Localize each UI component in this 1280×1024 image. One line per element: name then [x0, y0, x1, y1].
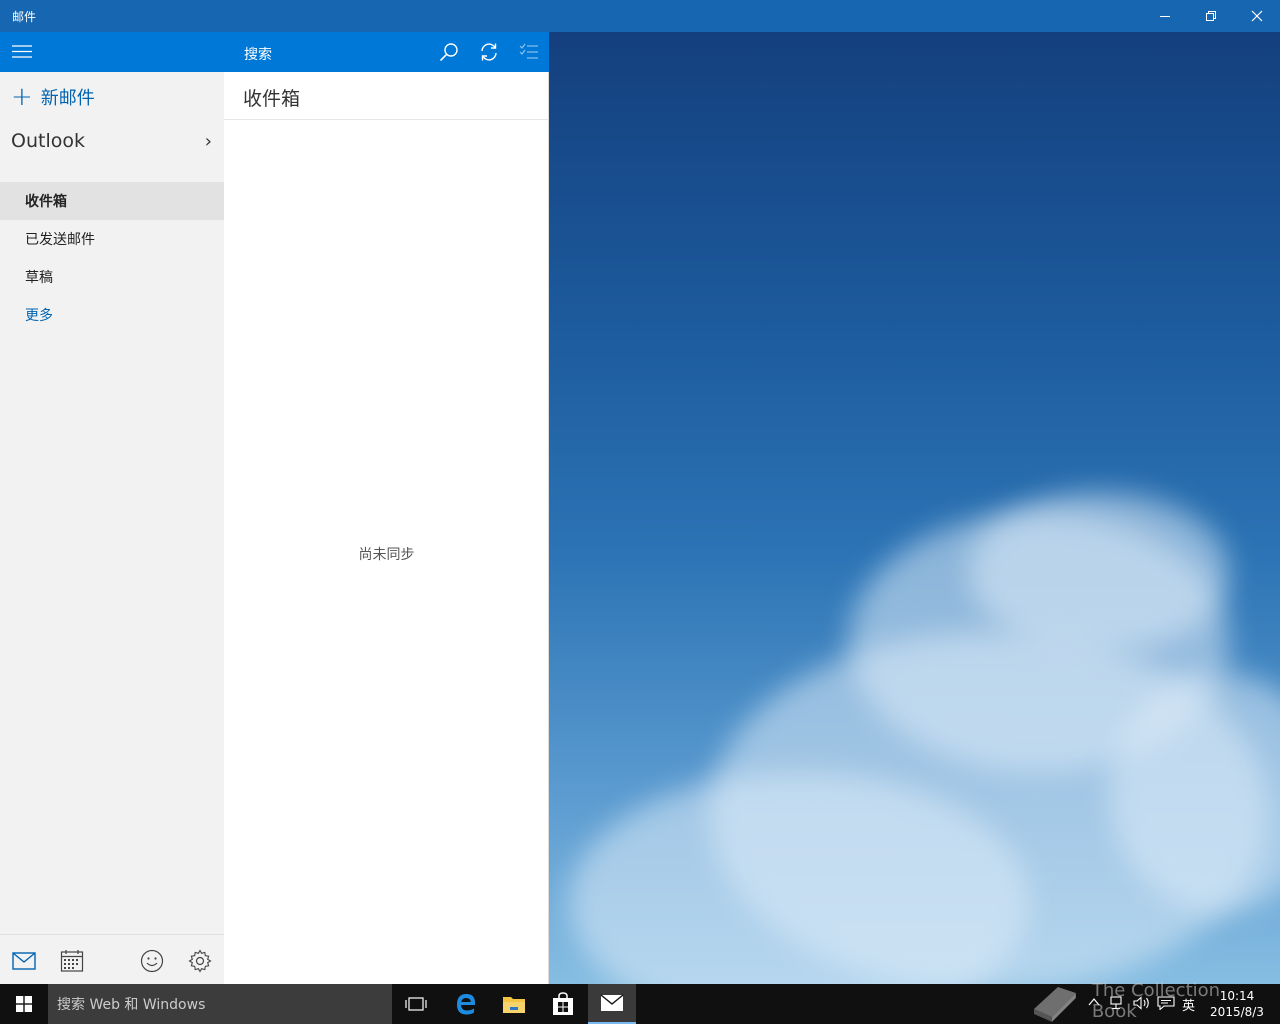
- folder-more[interactable]: 更多: [0, 296, 224, 334]
- empty-state-text: 尚未同步: [358, 547, 415, 563]
- windows-logo-icon: [16, 996, 32, 1012]
- app-switcher-bar: [0, 934, 224, 984]
- file-explorer-button[interactable]: [490, 984, 538, 1024]
- watermark: The Collection Book: [1030, 978, 1270, 1024]
- close-icon: [1251, 10, 1263, 22]
- mail-button[interactable]: [10, 947, 38, 975]
- navigation-pane: + 新邮件 Outlook › 收件箱 已发送邮件 草稿 更多: [0, 32, 224, 984]
- restore-button[interactable]: [1188, 0, 1234, 32]
- hamburger-menu-icon[interactable]: [12, 44, 34, 60]
- folder-sent[interactable]: 已发送邮件: [0, 220, 224, 258]
- chevron-right-icon: ›: [204, 130, 212, 152]
- new-mail-button[interactable]: + 新邮件: [11, 84, 95, 110]
- store-bag-icon: [553, 992, 573, 1015]
- folder-label: 更多: [25, 308, 53, 324]
- start-button[interactable]: [0, 984, 48, 1024]
- folder-label: 已发送邮件: [25, 232, 95, 248]
- minimize-button[interactable]: [1142, 0, 1188, 32]
- account-item[interactable]: Outlook ›: [11, 130, 216, 152]
- mail-app-button[interactable]: [588, 984, 636, 1024]
- feedback-smiley-icon: [140, 949, 164, 973]
- task-view-icon: [405, 997, 427, 1011]
- mail-icon: [12, 952, 36, 970]
- new-mail-label: 新邮件: [40, 88, 95, 109]
- task-view-button[interactable]: [392, 984, 440, 1024]
- folder-icon: [503, 997, 525, 1013]
- watermark-text: The Collection Book: [1091, 980, 1221, 1022]
- book-logo-icon: [1033, 987, 1076, 1022]
- plus-icon: +: [11, 82, 33, 112]
- message-list-pane: 搜索 收件箱 尚未同步: [224, 32, 549, 984]
- select-mode-button[interactable]: [518, 41, 540, 63]
- folder-label: 收件箱: [25, 194, 67, 210]
- search-button[interactable]: [438, 41, 460, 63]
- calendar-button[interactable]: [58, 947, 86, 975]
- message-list-toolbar: 搜索: [224, 32, 549, 72]
- account-name: Outlook: [11, 130, 85, 152]
- settings-button[interactable]: [186, 947, 214, 975]
- search-box[interactable]: 搜索: [244, 44, 272, 64]
- minimize-icon: [1160, 16, 1170, 17]
- folder-inbox[interactable]: 收件箱: [0, 182, 224, 220]
- store-app-button[interactable]: [539, 984, 587, 1024]
- taskbar-search-box[interactable]: 搜索 Web 和 Windows: [48, 984, 392, 1024]
- cloud-shape: [969, 492, 1229, 652]
- reading-pane-background: [549, 32, 1280, 984]
- restore-icon: [1206, 11, 1216, 21]
- edge-app-button[interactable]: [442, 984, 490, 1024]
- sync-button[interactable]: [478, 41, 500, 63]
- calendar-icon: [60, 950, 84, 972]
- taskbar-search-placeholder: 搜索 Web 和 Windows: [57, 997, 206, 1013]
- close-button[interactable]: [1234, 0, 1280, 32]
- current-folder-heading: 收件箱: [243, 88, 301, 110]
- settings-gear-icon: [188, 949, 212, 973]
- edge-browser-icon: [457, 994, 475, 1015]
- divider: [224, 119, 549, 120]
- title-bar: 邮件: [0, 0, 1280, 32]
- folder-label: 草稿: [25, 270, 53, 286]
- sync-icon: [481, 43, 497, 61]
- search-icon: [439, 43, 458, 62]
- mail-app-icon: [600, 994, 624, 1011]
- folder-list: 收件箱 已发送邮件 草稿 更多: [0, 182, 224, 334]
- checklist-icon: [519, 43, 538, 59]
- feedback-button[interactable]: [138, 947, 166, 975]
- window-title: 邮件: [12, 10, 37, 24]
- folder-drafts[interactable]: 草稿: [0, 258, 224, 296]
- hamburger-bar: [0, 32, 224, 72]
